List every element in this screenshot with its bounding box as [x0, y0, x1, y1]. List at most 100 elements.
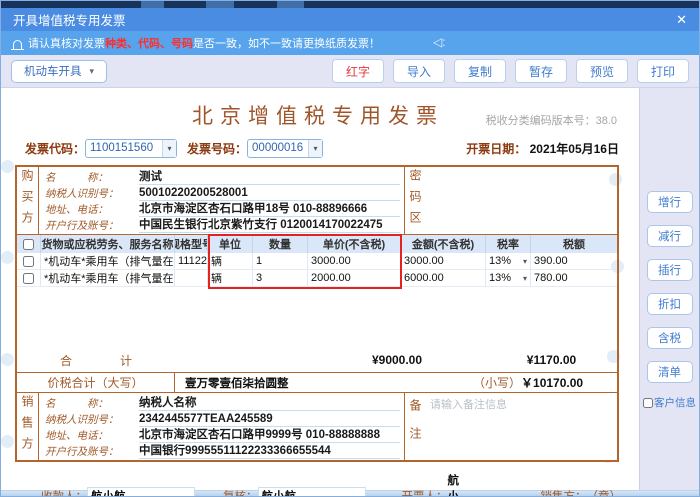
invoice-date-value: 2021年05月16日 [530, 142, 619, 156]
item-rate-select[interactable]: 13% ▾ [486, 253, 531, 269]
customer-info-checkbox[interactable] [643, 398, 653, 408]
seller-address-field[interactable]: 北京市海淀区杏石口路甲9999号 010-88888888 [139, 428, 400, 443]
col-header-name: 货物或应税劳务、服务名称 [41, 235, 175, 253]
tax-total-small-label: （小写） [473, 376, 521, 390]
customer-info-toggle[interactable]: 客户信息 [643, 395, 696, 410]
buyer-taxid-field[interactable]: 50010220200528001 [139, 186, 400, 201]
invoice-code-select[interactable]: 1100151560 ▾ [85, 139, 177, 158]
item-price-cell[interactable]: 2000.00 [308, 270, 401, 286]
notice-text-suffix: 是否一致，如不一致请更换纸质发票！ [193, 35, 380, 51]
password-area-label: 密码区 [404, 167, 426, 234]
row-checkbox[interactable] [23, 273, 34, 284]
buyer-side-label: 购买方 [17, 167, 39, 234]
copy-button[interactable]: 复制 [454, 59, 506, 83]
item-name-cell[interactable]: *机动车*乘用车（排气量在1.0升以上 [41, 270, 175, 286]
password-area [426, 167, 617, 234]
item-row: *机动车*乘用车（排气量在1.5升以上 1112223655 辆 1 3000.… [17, 253, 617, 270]
payee-input[interactable] [87, 487, 195, 497]
speaker-icon[interactable]: ◁: [433, 35, 446, 49]
buyer-bank-field[interactable]: 中国民生银行北京紫竹支行 0120014170022475 [139, 218, 400, 233]
item-spec-cell[interactable]: 1112223655 [175, 253, 208, 269]
tax-included-button[interactable]: 含税 [647, 327, 693, 349]
invoice-form: 购买方 名 称： 测试 纳税人识别号： 50010220200528001 [15, 165, 619, 462]
decorative-dot [1, 435, 14, 448]
print-button[interactable]: 打印 [637, 59, 689, 83]
invoice-dialog-window: 开具增值税专用发票 ✕ 请认真核对发票 种类、代码、号码 是否一致，如不一致请更… [0, 0, 700, 497]
bell-icon [13, 40, 22, 49]
remove-row-button[interactable]: 减行 [647, 225, 693, 247]
insert-row-button[interactable]: 插行 [647, 259, 693, 281]
col-header-qty: 数量 [253, 235, 308, 253]
action-sidebar: 增行 减行 插行 折扣 含税 清单 客户信息 [639, 88, 699, 490]
buyer-name-label: 名 称： [45, 170, 139, 185]
buyer-address-field[interactable]: 北京市海淀区杏石口路甲18号 010-88896666 [139, 202, 400, 217]
payee-label: 收款人： [41, 488, 87, 497]
reviewer-label: 复核： [223, 488, 258, 497]
item-amount-cell[interactable]: 3000.00 [401, 253, 486, 269]
col-header-tax: 税额 [531, 235, 617, 253]
buyer-bank-label: 开户行及账号： [45, 218, 139, 233]
seller-bank-field[interactable]: 中国银行99955511122233366655544 [139, 444, 400, 459]
item-qty-cell[interactable]: 1 [253, 253, 308, 269]
totals-amount: ¥9000.00 [308, 353, 486, 367]
seller-taxid-label: 纳税人识别号： [45, 412, 139, 427]
item-amount-cell[interactable]: 6000.00 [401, 270, 486, 286]
item-spec-cell[interactable] [175, 270, 208, 286]
item-tax-cell[interactable]: 390.00 [531, 253, 617, 269]
seller-bank-label: 开户行及账号： [45, 444, 139, 459]
seller-stamp-label: 销售方： [541, 488, 587, 497]
preview-button[interactable]: 预览 [576, 59, 628, 83]
item-price-cell[interactable]: 3000.00 [308, 253, 401, 269]
list-button[interactable]: 清单 [647, 361, 693, 383]
import-button[interactable]: 导入 [393, 59, 445, 83]
notice-text-prefix: 请认真核对发票 [28, 35, 105, 51]
tax-total-label: 价税合计（大写） [17, 373, 175, 392]
invoice-code-value: 1100151560 [86, 142, 162, 154]
tax-total-row: 价税合计（大写） 壹万零壹佰柒拾圆整 （小写）￥10170.00 [17, 373, 617, 393]
decorative-dot [1, 160, 14, 173]
col-header-rate: 税率 [486, 235, 531, 253]
close-icon[interactable]: ✕ [676, 13, 687, 26]
tax-code-version: 税收分类编码版本号：38.0 [486, 112, 617, 128]
select-all-checkbox[interactable] [23, 239, 34, 250]
item-tax-cell[interactable]: 780.00 [531, 270, 617, 286]
seller-taxid-field[interactable]: 2342445577TEAA245589 [139, 412, 400, 427]
item-qty-cell[interactable]: 3 [253, 270, 308, 286]
discount-button[interactable]: 折扣 [647, 293, 693, 315]
invoice-mode-select[interactable]: 机动车开具 ▾ [11, 60, 107, 83]
background-window-strip [1, 1, 699, 8]
save-draft-button[interactable]: 暂存 [515, 59, 567, 83]
item-unit-cell[interactable]: 辆 [208, 270, 253, 286]
seller-name-label: 名 称： [45, 396, 139, 411]
buyer-name-field[interactable]: 测试 [139, 170, 400, 185]
reviewer-input[interactable] [258, 487, 366, 497]
seller-name-field[interactable]: 纳税人名称 [139, 396, 400, 411]
item-unit-cell[interactable]: 辆 [208, 253, 253, 269]
signature-row: 收款人： 复核： 开票人： 航小航 销售方： （章） [41, 472, 621, 497]
invoice-date: 开票日期： 2021年05月16日 [466, 140, 619, 157]
tax-total-small: （小写）￥10170.00 [461, 374, 617, 391]
decorative-dot [1, 251, 14, 264]
buyer-section: 购买方 名 称： 测试 纳税人识别号： 50010220200528001 [17, 167, 617, 235]
remark-input[interactable] [426, 393, 617, 460]
invoice-number-label: 发票号码： [187, 140, 247, 157]
add-row-button[interactable]: 增行 [647, 191, 693, 213]
remark-side-label: 备注 [404, 393, 426, 460]
col-header-price: 单价(不含税) [308, 235, 401, 253]
notice-text-highlight: 种类、代码、号码 [105, 35, 193, 51]
tax-total-words: 壹万零壹佰柒拾圆整 [175, 375, 461, 391]
tax-code-version-label: 税收分类编码版本号： [486, 115, 596, 127]
invoice-mode-value: 机动车开具 [24, 63, 82, 79]
buyer-taxid-label: 纳税人识别号： [45, 186, 139, 201]
item-rate-select[interactable]: 13% ▾ [486, 270, 531, 286]
invoice-number-select[interactable]: 00000016 ▾ [247, 139, 323, 158]
row-checkbox[interactable] [23, 256, 34, 267]
drawer-value: 航小航 [448, 472, 463, 497]
seller-address-label: 地址、电话： [45, 428, 139, 443]
totals-label: 合 计 [17, 352, 175, 369]
totals-row: 合 计 ¥9000.00 ¥1170.00 [17, 350, 617, 370]
tax-total-small-value: ￥10170.00 [521, 376, 583, 390]
item-name-cell[interactable]: *机动车*乘用车（排气量在1.5升以上 [41, 253, 175, 269]
select-all-cell [17, 235, 41, 253]
red-letter-button[interactable]: 红字 [332, 59, 384, 83]
